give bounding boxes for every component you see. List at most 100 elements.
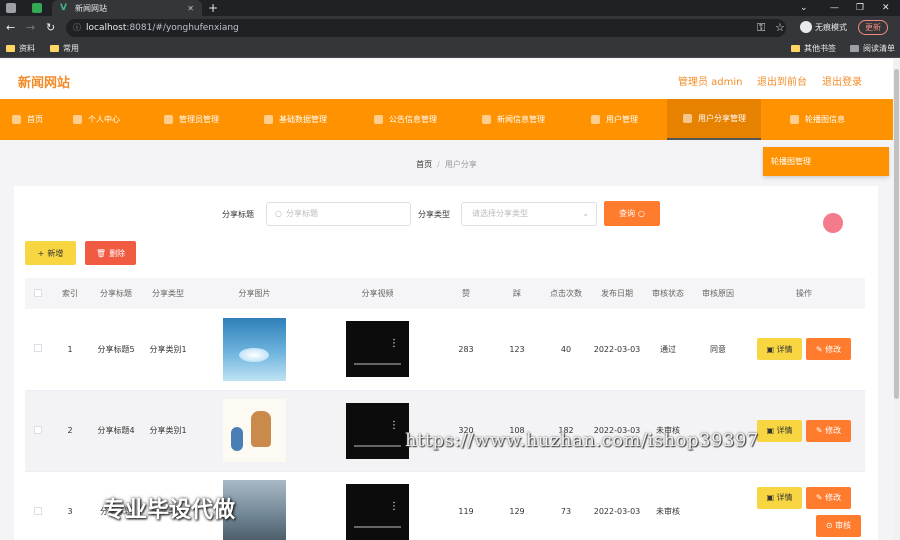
bookmark-star-icon[interactable]: ☆ bbox=[775, 21, 785, 35]
page-scrollbar[interactable] bbox=[893, 59, 900, 540]
cell-dislikes: 123 bbox=[493, 309, 541, 391]
cell-actions: ▣ 详情 ✎ 修改 ⊙ 审核 bbox=[743, 471, 865, 540]
row-select-cell bbox=[25, 471, 51, 540]
share-image[interactable] bbox=[223, 317, 286, 381]
query-button[interactable]: 查询 ○ bbox=[604, 201, 660, 226]
cell-image bbox=[193, 390, 316, 472]
scrollbar-thumb[interactable] bbox=[894, 69, 899, 399]
carousel-icon bbox=[790, 115, 799, 124]
video-progress[interactable] bbox=[354, 525, 401, 528]
row-checkbox[interactable] bbox=[34, 344, 42, 353]
col-likes[interactable]: 赞 bbox=[439, 278, 493, 309]
bookmarks-bar: 资料 常用 其他书签 阅读清单 bbox=[0, 40, 900, 58]
sheets-tab-icon[interactable] bbox=[32, 3, 42, 13]
update-button[interactable]: 更新 bbox=[858, 20, 888, 35]
menu-item-carousel[interactable]: 轮播图信息 bbox=[790, 99, 845, 140]
add-button[interactable]: + 新增 bbox=[25, 241, 76, 265]
edit-button[interactable]: ✎ 修改 bbox=[806, 419, 851, 442]
more-vert-icon[interactable]: ⋮ bbox=[389, 339, 399, 349]
menu-item-user-shares[interactable]: 用户分享管理 bbox=[667, 99, 761, 140]
col-clicks[interactable]: 点击次数 bbox=[541, 278, 591, 309]
col-status[interactable]: 审核状态 bbox=[643, 278, 693, 309]
col-title[interactable]: 分享标题 bbox=[89, 278, 143, 309]
bookmark-label: 阅读清单 bbox=[863, 44, 895, 53]
carousel-dropdown-item[interactable]: 轮播图管理 bbox=[763, 147, 889, 176]
video-progress[interactable] bbox=[354, 363, 401, 366]
col-type[interactable]: 分享类型 bbox=[143, 278, 193, 309]
select-all-checkbox[interactable] bbox=[34, 288, 42, 297]
search-title-label: 分享标题 bbox=[222, 210, 254, 219]
share-video[interactable]: ⋮ bbox=[346, 402, 409, 459]
col-video[interactable]: 分享视频 bbox=[316, 278, 439, 309]
mouse-cursor-highlight bbox=[823, 213, 843, 233]
url-input[interactable]: ⓘ localhost:8081/#/yonghufenxiang bbox=[66, 19, 786, 37]
admin-user-label[interactable]: 管理员 admin bbox=[678, 73, 743, 88]
col-date[interactable]: 发布日期 bbox=[591, 278, 643, 309]
reading-list[interactable]: 阅读清单 bbox=[850, 43, 895, 54]
review-label: 审核 bbox=[835, 521, 852, 530]
cell-date: 2022-03-03 bbox=[591, 471, 643, 540]
news-icon bbox=[482, 115, 491, 124]
menu-item-news[interactable]: 新闻信息管理 bbox=[482, 99, 545, 140]
back-icon[interactable]: ← bbox=[6, 21, 15, 35]
menu-item-users[interactable]: 用户管理 bbox=[591, 99, 638, 140]
bookmark-folder-resources[interactable]: 资料 bbox=[6, 43, 35, 54]
delete-button[interactable]: 🗑 删除 bbox=[85, 241, 136, 265]
new-tab-button[interactable]: + bbox=[208, 0, 218, 16]
window-icon[interactable] bbox=[6, 3, 16, 13]
review-button[interactable]: ⊙ 审核 bbox=[816, 514, 861, 537]
address-toolbar: ← → ↻ ⓘ localhost:8081/#/yonghufenxiang … bbox=[0, 16, 900, 40]
search-placeholder: 分享标题 bbox=[285, 209, 318, 218]
share-video[interactable]: ⋮ bbox=[346, 483, 409, 540]
bookmark-folder-common[interactable]: 常用 bbox=[50, 43, 79, 54]
menu-label: 个人中心 bbox=[88, 115, 120, 124]
row-select-cell bbox=[25, 390, 51, 472]
detail-button[interactable]: ▣ 详情 bbox=[757, 419, 802, 442]
key-icon[interactable]: ⚿ bbox=[757, 21, 765, 35]
edit-button[interactable]: ✎ 修改 bbox=[806, 486, 851, 509]
share-image[interactable] bbox=[223, 399, 286, 462]
incognito-indicator[interactable]: 无痕模式 bbox=[800, 21, 847, 33]
col-reason[interactable]: 审核原因 bbox=[693, 278, 743, 309]
exit-to-front-link[interactable]: 退出到前台 bbox=[757, 73, 807, 88]
more-vert-icon[interactable]: ⋮ bbox=[389, 501, 399, 512]
minimize-icon[interactable]: — bbox=[830, 0, 839, 16]
share-video[interactable]: ⋮ bbox=[346, 321, 409, 378]
close-tab-icon[interactable]: ✕ bbox=[187, 4, 194, 13]
home-icon bbox=[12, 115, 21, 124]
share-type-select[interactable]: 请选择分享类型 ⌄ bbox=[461, 202, 597, 226]
browser-tab-active[interactable]: V 新闻网站 ✕ bbox=[52, 0, 202, 16]
menu-item-profile[interactable]: 个人中心 bbox=[73, 99, 120, 140]
close-window-icon[interactable]: ✕ bbox=[882, 0, 890, 16]
detail-button[interactable]: ▣ 详情 bbox=[757, 338, 802, 361]
detail-button[interactable]: ▣ 详情 bbox=[757, 486, 802, 509]
delete-label: 删除 bbox=[109, 248, 126, 258]
info-icon[interactable]: ⓘ bbox=[73, 19, 81, 37]
reload-icon[interactable]: ↻ bbox=[46, 21, 55, 35]
col-dislikes[interactable]: 踩 bbox=[493, 278, 541, 309]
forward-icon[interactable]: → bbox=[26, 21, 35, 35]
menu-item-base-data[interactable]: 基础数据管理 bbox=[264, 99, 327, 140]
browser-tab-strip: V 新闻网站 ✕ + ⌄ — ❐ ✕ bbox=[0, 0, 900, 16]
row-checkbox[interactable] bbox=[34, 425, 42, 434]
breadcrumb-home[interactable]: 首页 bbox=[416, 160, 432, 169]
tab-search-icon[interactable]: ⌄ bbox=[800, 0, 808, 16]
col-index[interactable]: 索引 bbox=[51, 278, 89, 309]
menu-item-notices[interactable]: 公告信息管理 bbox=[374, 99, 437, 140]
cell-likes: 119 bbox=[439, 471, 493, 540]
row-select-cell bbox=[25, 309, 51, 391]
review-row: ⊙ 审核 bbox=[743, 514, 865, 537]
menu-item-home[interactable]: 首页 bbox=[12, 99, 43, 140]
col-image[interactable]: 分享图片 bbox=[193, 278, 316, 309]
row-checkbox[interactable] bbox=[34, 506, 42, 515]
users-icon bbox=[591, 115, 600, 124]
logout-link[interactable]: 退出登录 bbox=[822, 73, 862, 88]
menu-item-admins[interactable]: 管理员管理 bbox=[164, 99, 219, 140]
video-progress[interactable] bbox=[354, 444, 401, 447]
cell-actions: ▣ 详情 ✎ 修改 bbox=[743, 309, 865, 391]
restore-icon[interactable]: ❐ bbox=[856, 0, 864, 16]
more-vert-icon[interactable]: ⋮ bbox=[389, 420, 399, 431]
bookmark-folder-other[interactable]: 其他书签 bbox=[791, 43, 836, 54]
search-title-input[interactable]: ○ 分享标题 bbox=[266, 202, 411, 226]
edit-button[interactable]: ✎ 修改 bbox=[806, 338, 851, 361]
